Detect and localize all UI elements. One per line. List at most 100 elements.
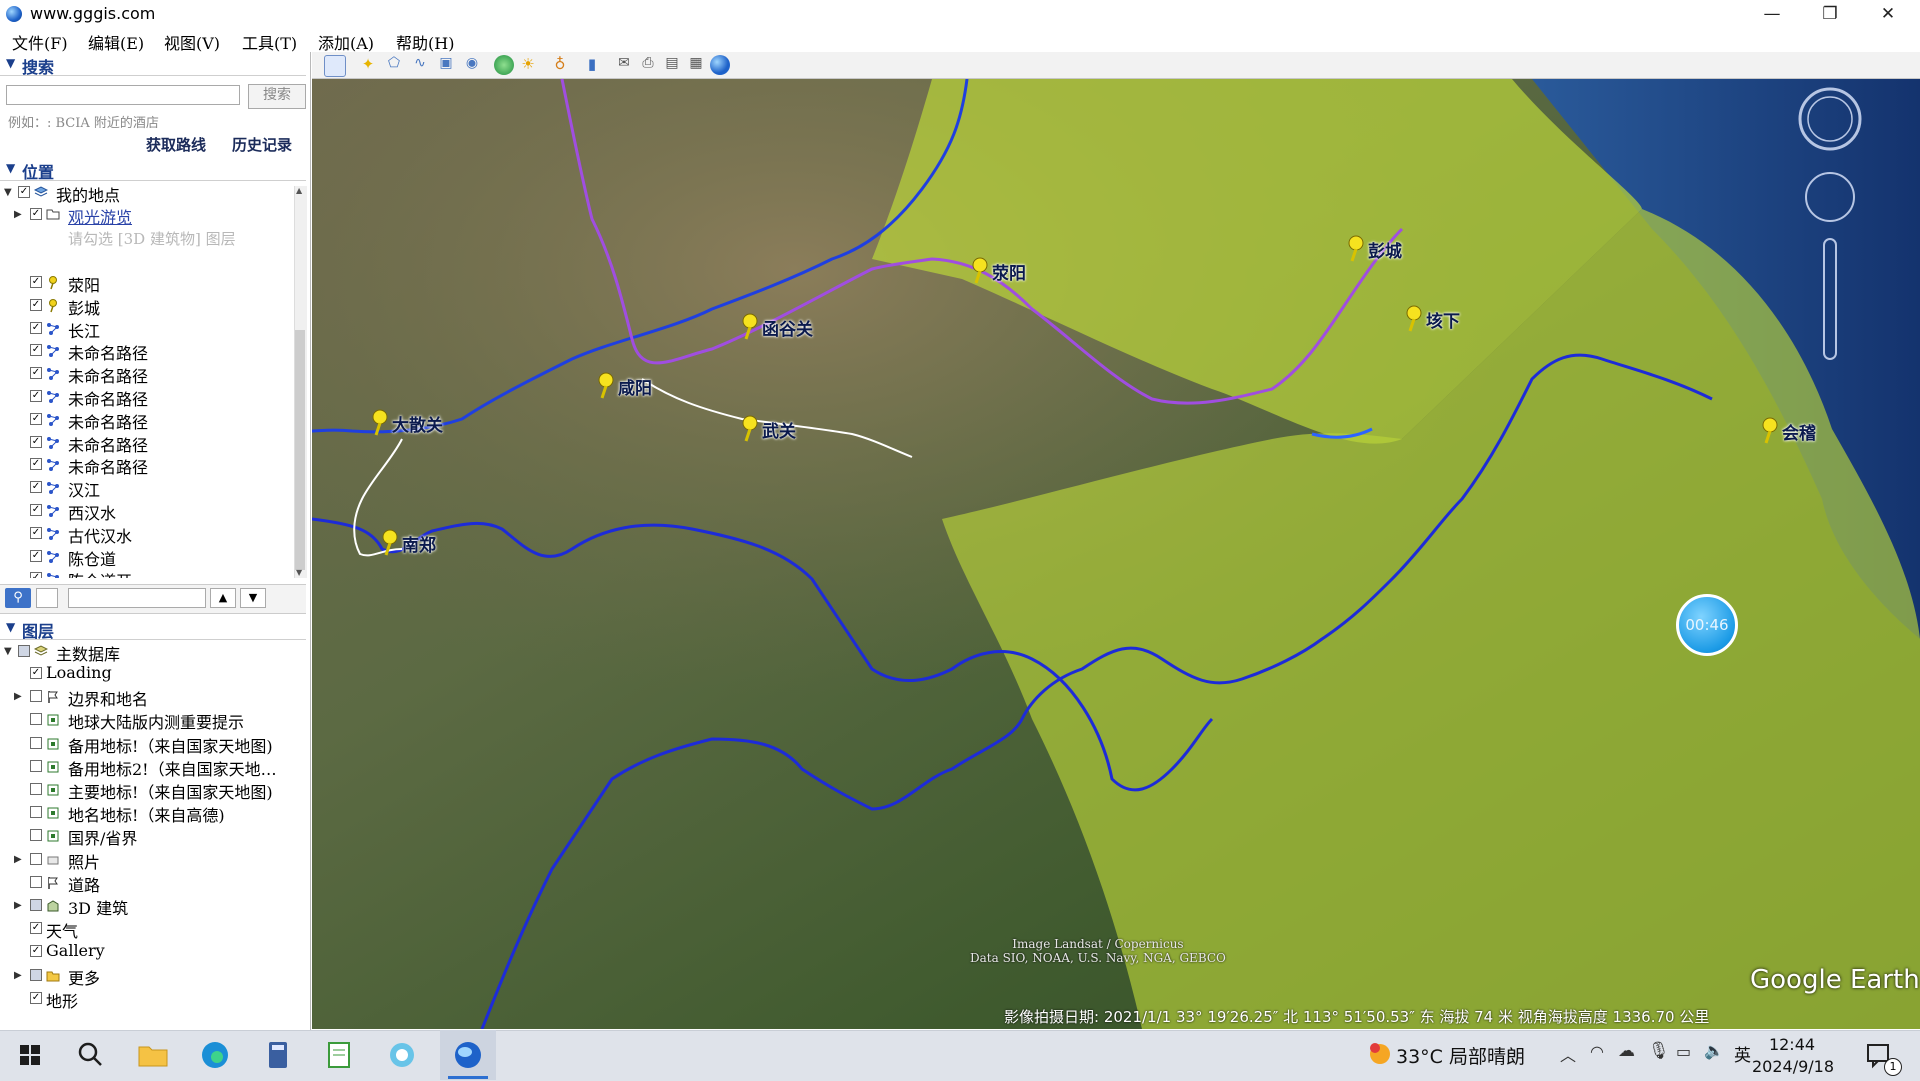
scroll-up-arrow-icon[interactable]: ▲ bbox=[296, 186, 302, 195]
add-path-icon[interactable]: ∿ bbox=[410, 55, 430, 75]
map-place-label[interactable]: 彭城 bbox=[1368, 237, 1402, 262]
tree-item-layer[interactable]: 地球大陆版内测重要提示 bbox=[0, 709, 290, 732]
tree-item-layer[interactable]: ✓ 地形 bbox=[0, 988, 290, 1011]
get-route-link[interactable]: 获取路线 bbox=[146, 134, 206, 155]
add-overlay-icon[interactable]: ▣ bbox=[436, 55, 456, 75]
search-section-header[interactable]: ▼ 搜索 bbox=[0, 53, 306, 77]
checkbox-unchecked[interactable] bbox=[30, 736, 42, 749]
checkbox-unchecked[interactable] bbox=[30, 852, 42, 865]
tree-item-place[interactable]: ✓ 未命名路径 bbox=[0, 454, 290, 477]
tree-item-place[interactable]: ✓ 长江 bbox=[0, 318, 290, 341]
checkbox-checked[interactable]: ✓ bbox=[30, 481, 42, 494]
edge-browser-icon[interactable] bbox=[195, 1035, 235, 1075]
map-place-label[interactable]: 武关 bbox=[762, 417, 796, 442]
minimize-button[interactable]: — bbox=[1744, 0, 1800, 28]
checkbox-partial[interactable] bbox=[18, 645, 30, 657]
places-section-header[interactable]: ▼ 位置 bbox=[0, 158, 306, 182]
checkbox-unchecked[interactable] bbox=[30, 713, 42, 726]
expand-arrow-icon[interactable]: ▶ bbox=[14, 691, 22, 702]
show-hidden-icons-icon[interactable]: ︿ bbox=[1560, 1042, 1576, 1066]
weather-sun-icon[interactable] bbox=[1366, 1040, 1394, 1068]
record-tour-icon[interactable]: ◉ bbox=[462, 55, 482, 75]
tree-item-layer[interactable]: 道路 bbox=[0, 872, 290, 895]
checkbox-unchecked[interactable] bbox=[30, 690, 42, 703]
tree-item-layer[interactable]: 备用地标!（来自国家天地图) bbox=[0, 733, 290, 756]
tree-item-layer[interactable]: 备用地标2!（来自国家天地… bbox=[0, 756, 290, 779]
menu-help[interactable]: 帮助(H) bbox=[396, 30, 454, 54]
map-place-label[interactable]: 函谷关 bbox=[762, 315, 813, 340]
checkbox-unchecked[interactable] bbox=[30, 783, 42, 795]
ruler-icon[interactable]: ▮ bbox=[582, 55, 602, 75]
checkbox-checked[interactable]: ✓ bbox=[30, 367, 42, 380]
tree-item-main-database[interactable]: ▼ 主数据库 bbox=[0, 641, 290, 664]
microphone-icon[interactable]: 🎙 bbox=[1648, 1041, 1670, 1061]
scroll-down-arrow-icon[interactable]: ▼ bbox=[296, 568, 302, 577]
tree-item-place[interactable]: ✓ 西汉水 bbox=[0, 500, 290, 523]
add-placemark-icon[interactable]: ✦ bbox=[358, 55, 378, 75]
checkbox-checked[interactable]: ✓ bbox=[18, 186, 30, 198]
panel-toggle-icon[interactable] bbox=[36, 588, 58, 608]
email-icon[interactable]: ✉ bbox=[614, 55, 634, 75]
sidebar-toggle-icon[interactable] bbox=[324, 55, 346, 77]
historical-imagery-icon[interactable] bbox=[494, 55, 514, 75]
print-icon[interactable]: ⎙ bbox=[638, 55, 658, 75]
map-place-label[interactable]: 南郑 bbox=[402, 531, 436, 556]
checkbox-partial[interactable] bbox=[30, 968, 42, 981]
planets-icon[interactable]: ♁ bbox=[550, 55, 570, 75]
checkbox-checked[interactable]: ✓ bbox=[30, 435, 42, 448]
calculator-icon[interactable] bbox=[258, 1035, 298, 1075]
expand-arrow-icon[interactable]: ▶ bbox=[14, 970, 22, 981]
map-place-label[interactable]: 荥阳 bbox=[992, 259, 1026, 284]
menu-tools[interactable]: 工具(T) bbox=[242, 30, 297, 54]
notepad-app-icon[interactable] bbox=[320, 1035, 360, 1075]
map-canvas[interactable] bbox=[312, 79, 1920, 1029]
tree-item-place[interactable]: ✓ 陈仓道开... bbox=[0, 568, 290, 578]
tree-item-layer[interactable]: ✓ Loading bbox=[0, 663, 290, 685]
tree-link-label[interactable]: 观光游览 bbox=[68, 204, 132, 228]
places-filter-input[interactable] bbox=[68, 588, 206, 608]
start-windows-icon[interactable] bbox=[10, 1035, 50, 1075]
file-explorer-icon[interactable] bbox=[133, 1035, 173, 1075]
places-scrollbar-thumb[interactable] bbox=[295, 330, 305, 570]
checkbox-checked[interactable]: ✓ bbox=[30, 276, 42, 288]
tree-item-layer[interactable]: ▶ 照片 bbox=[0, 849, 290, 872]
history-link[interactable]: 历史记录 bbox=[232, 134, 292, 155]
search-input[interactable] bbox=[6, 85, 240, 105]
tree-item-tour-folder[interactable]: ▶ ✓ 观光游览 bbox=[0, 204, 290, 228]
tree-item-place[interactable]: ✓ 未命名路径 bbox=[0, 409, 290, 432]
tree-item-place[interactable]: ✓ 未命名路径 bbox=[0, 432, 290, 455]
checkbox-checked[interactable]: ✓ bbox=[30, 344, 42, 357]
cloud-sync-icon[interactable]: ☁ bbox=[1618, 1041, 1635, 1061]
map-place-label[interactable]: 会稽 bbox=[1782, 419, 1816, 444]
tree-item-layer[interactable]: ▶ 3D 建筑 bbox=[0, 895, 290, 918]
expand-arrow-icon[interactable]: ▶ bbox=[14, 900, 22, 911]
search-button[interactable]: 搜索 bbox=[248, 84, 306, 109]
checkbox-checked[interactable]: ✓ bbox=[30, 412, 42, 425]
menu-add[interactable]: 添加(A) bbox=[318, 30, 374, 54]
clock[interactable]: 12:44 2024/9/18 bbox=[1752, 1034, 1834, 1078]
photos-app-icon[interactable] bbox=[382, 1035, 422, 1075]
checkbox-checked[interactable]: ✓ bbox=[30, 991, 42, 1004]
tree-item-layer[interactable]: ✓ 天气 bbox=[0, 918, 290, 941]
checkbox-checked[interactable]: ✓ bbox=[30, 298, 42, 311]
tree-item-layer[interactable]: 国界/省界 bbox=[0, 825, 290, 848]
tree-item-layer[interactable]: 主要地标!（来自国家天地图) bbox=[0, 779, 290, 802]
expand-arrow-icon[interactable]: ▶ bbox=[14, 854, 22, 865]
tree-item-place[interactable]: ✓ 陈仓道 bbox=[0, 546, 290, 569]
weather-text[interactable]: 33°C 局部晴朗 bbox=[1396, 1042, 1525, 1069]
checkbox-checked[interactable]: ✓ bbox=[30, 208, 42, 220]
map-place-label[interactable]: 垓下 bbox=[1426, 307, 1460, 332]
tree-item-layer[interactable]: ▶ 更多 bbox=[0, 965, 290, 988]
save-image-icon[interactable]: ▤ bbox=[662, 55, 682, 75]
move-down-icon[interactable]: ▼ bbox=[240, 588, 266, 608]
search-places-toggle-icon[interactable]: ⚲ bbox=[5, 588, 31, 608]
checkbox-checked[interactable]: ✓ bbox=[30, 667, 42, 679]
tree-item-place[interactable]: ✓ 古代汉水 bbox=[0, 523, 290, 546]
restore-button[interactable]: ❐ bbox=[1802, 0, 1858, 28]
menu-file[interactable]: 文件(F) bbox=[12, 30, 68, 54]
battery-icon[interactable]: ▭ bbox=[1676, 1042, 1691, 1061]
checkbox-unchecked[interactable] bbox=[30, 875, 42, 888]
checkbox-partial[interactable] bbox=[30, 899, 42, 911]
tree-item-my-places[interactable]: ▼ ✓ 我的地点 bbox=[0, 182, 290, 205]
tree-item-place[interactable]: ✓ 未命名路径 bbox=[0, 386, 290, 409]
